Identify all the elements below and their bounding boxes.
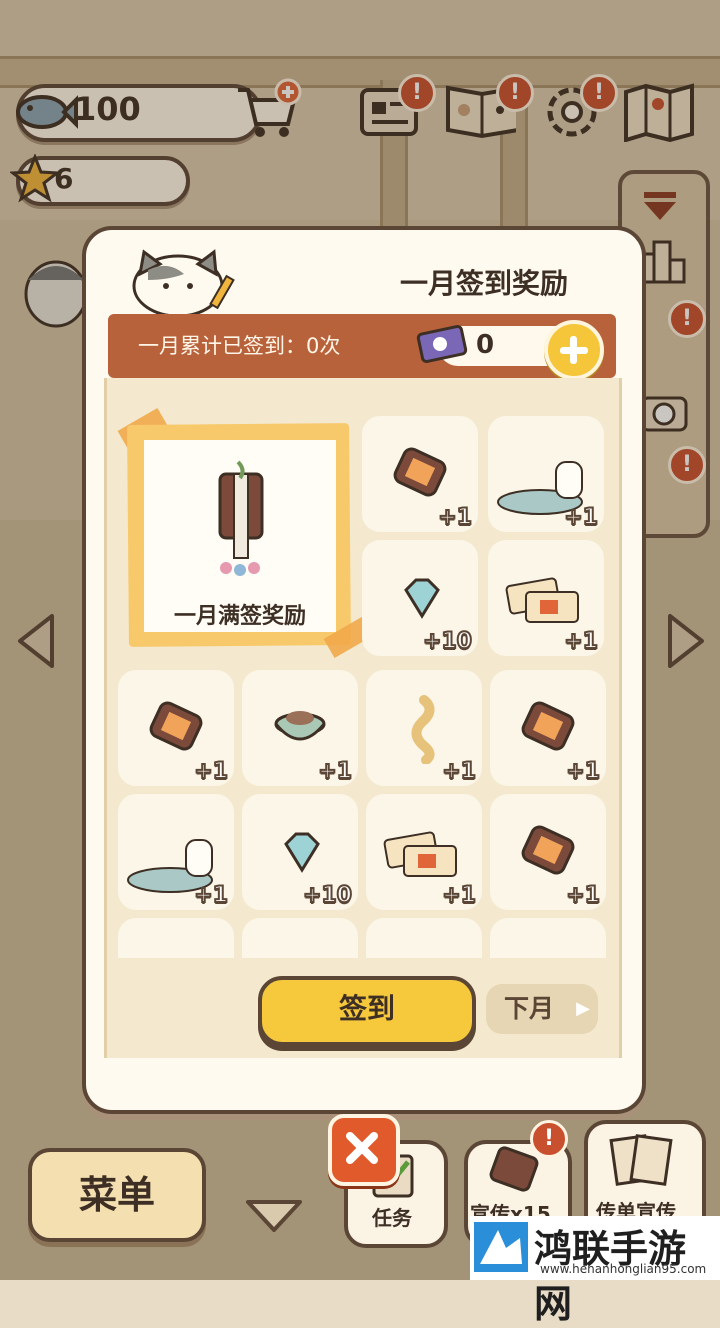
reward-cell[interactable]: +1 <box>242 670 358 786</box>
sign-in-button[interactable]: 签到 <box>258 976 476 1046</box>
reward-qty: +1 <box>565 882 601 909</box>
diamond-icon <box>404 578 440 619</box>
reward-cell[interactable] <box>118 918 234 958</box>
reward-qty: +1 <box>563 628 599 655</box>
food-bowl-icon <box>274 711 326 741</box>
tickets-icon <box>383 831 457 877</box>
cat-mascot-icon <box>132 249 235 318</box>
reward-qty: +1 <box>563 504 599 531</box>
reward-qty: +1 <box>193 758 229 785</box>
reward-cell[interactable]: +1 <box>118 794 234 910</box>
snake-toy-icon <box>411 695 435 764</box>
reward-cell[interactable] <box>242 918 358 958</box>
reward-qty: +10 <box>422 628 473 655</box>
reward-cell[interactable]: +1 <box>490 794 606 910</box>
modal-title: 一月签到奖励 <box>400 267 569 300</box>
reward-qty: +1 <box>317 758 353 785</box>
menu-button[interactable]: 菜单 <box>28 1148 206 1242</box>
sign-in-count: 一月累计已签到：0次 <box>138 334 341 358</box>
reward-qty: +10 <box>302 882 353 909</box>
reward-cell[interactable]: +10 <box>242 794 358 910</box>
reward-qty: +1 <box>441 882 477 909</box>
ticket-icon <box>416 324 468 364</box>
tickets-icon <box>505 577 579 623</box>
reward-qty: +1 <box>565 758 601 785</box>
reward-cell[interactable]: +1 <box>366 794 482 910</box>
next-month-button[interactable]: 下月 ▶ <box>486 984 598 1034</box>
reward-qty: +1 <box>441 758 477 785</box>
reward-cell[interactable]: +1 <box>362 416 478 532</box>
reward-cell[interactable] <box>366 918 482 958</box>
notification-badge: ! <box>530 1120 568 1158</box>
ticket-count: 0 <box>476 330 495 360</box>
task-label: 任务 <box>372 1206 412 1230</box>
tablet-icon <box>521 825 575 875</box>
reward-qty: +1 <box>437 504 473 531</box>
reward-cell[interactable]: +1 <box>488 416 604 532</box>
reward-cell[interactable] <box>490 918 606 958</box>
flyer-icon <box>609 1134 673 1186</box>
watermark-logo-icon <box>474 1222 528 1272</box>
tablet-icon <box>393 447 447 497</box>
diamond-icon <box>284 832 320 873</box>
reward-cell[interactable]: +1 <box>490 670 606 786</box>
close-icon <box>346 1132 378 1164</box>
add-ticket-button[interactable] <box>544 320 604 380</box>
close-button[interactable] <box>328 1114 400 1186</box>
reward-cell[interactable]: +1 <box>488 540 604 656</box>
reward-cell[interactable]: +1 <box>366 670 482 786</box>
chevron-right-icon: ▶ <box>576 998 590 1019</box>
reward-cell[interactable]: +1 <box>118 670 234 786</box>
watermark-url: www.henanhonglian95.com <box>540 1262 707 1276</box>
tablet-icon <box>489 1146 539 1192</box>
next-month-label: 下月 <box>504 994 555 1023</box>
reward-cell[interactable]: +10 <box>362 540 478 656</box>
tablet-icon <box>149 701 203 751</box>
chevron-down-icon[interactable] <box>244 1196 304 1236</box>
reward-grid: +1 +1 +10 +1 +1 +1 +1 +1 +1 +10 +1 +1 <box>108 410 614 958</box>
reward-qty: +1 <box>193 882 229 909</box>
tablet-icon <box>521 701 575 751</box>
